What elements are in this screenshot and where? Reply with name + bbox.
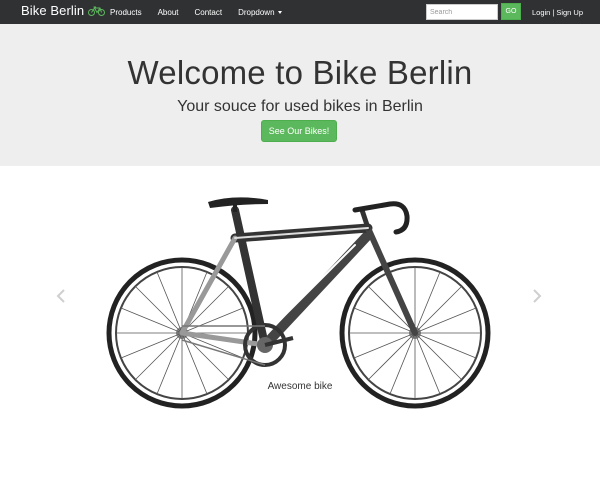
bike-saddle bbox=[208, 197, 268, 208]
nav-dropdown[interactable]: Dropdown bbox=[238, 7, 282, 17]
login-link[interactable]: Login bbox=[532, 8, 550, 17]
caret-down-icon bbox=[277, 10, 282, 14]
chevron-right-icon[interactable] bbox=[530, 288, 544, 304]
carousel: Awesome bike bbox=[0, 166, 600, 500]
search-input[interactable] bbox=[426, 4, 498, 20]
bicycle-icon bbox=[88, 6, 106, 16]
nav-links: Products About Contact Dropdown bbox=[110, 0, 298, 24]
page-title: Welcome to Bike Berlin bbox=[127, 54, 473, 91]
nav-link-about[interactable]: About bbox=[158, 8, 179, 17]
jumbotron: Welcome to Bike Berlin Your souce for us… bbox=[0, 24, 600, 166]
see-bikes-button[interactable]: See Our Bikes! bbox=[261, 120, 337, 142]
auth-links: Login | Sign Up bbox=[532, 0, 583, 24]
navbar: Bike Berlin Products About Contact Dropd… bbox=[0, 0, 600, 24]
nav-dropdown-label: Dropdown bbox=[238, 7, 275, 17]
brand[interactable]: Bike Berlin bbox=[21, 3, 106, 18]
signup-link[interactable]: Sign Up bbox=[556, 8, 583, 17]
nav-link-products[interactable]: Products bbox=[110, 8, 142, 17]
nav-link-contact[interactable]: Contact bbox=[194, 8, 222, 17]
chevron-left-icon[interactable] bbox=[54, 288, 68, 304]
carousel-caption: Awesome bike bbox=[267, 381, 333, 392]
auth-separator: | bbox=[552, 7, 555, 17]
go-button[interactable]: GO bbox=[501, 3, 521, 20]
page-subtitle: Your souce for used bikes in Berlin bbox=[177, 98, 423, 115]
brand-name[interactable]: Bike Berlin bbox=[21, 3, 84, 18]
